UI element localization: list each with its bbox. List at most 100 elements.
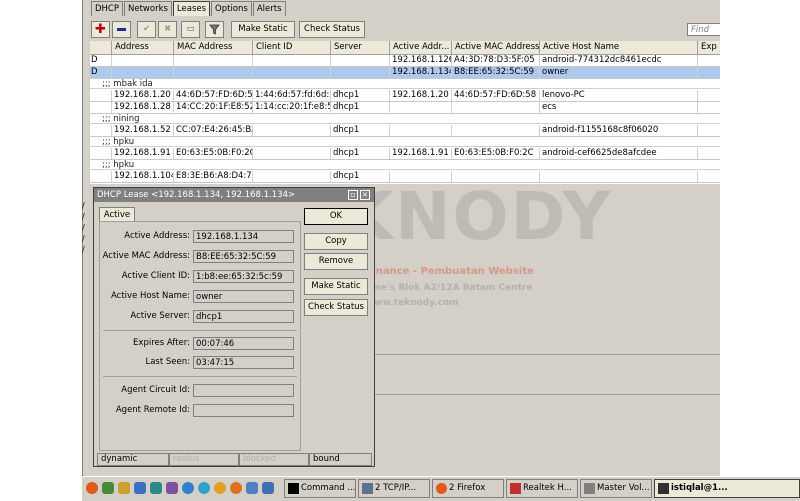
table-row[interactable]: 192.168.1.91 E0:63:E5:0B:F0:2C dhcp1 192.16…: [90, 148, 720, 160]
active-client-id-field[interactable]: 1:b8:ee:65:32:5c:59: [193, 270, 294, 283]
taskbar-item-realtek[interactable]: Realtek H...: [506, 479, 578, 498]
check-status-button[interactable]: Check Status: [304, 299, 368, 316]
tab-dhcp[interactable]: DHCP: [91, 1, 123, 16]
tab-networks[interactable]: Networks: [124, 1, 172, 16]
table-row[interactable]: 192.168.1.104 E8:3E:B6:A8:D4:7E dhcp1: [90, 171, 720, 183]
speaker-icon: [510, 483, 521, 494]
column-header-server[interactable]: Server: [331, 41, 390, 54]
comment-row[interactable]: ;;; hpku: [90, 137, 720, 147]
comment-row[interactable]: ;;; hpku: [90, 160, 720, 170]
expires-after-field[interactable]: 00:07:46: [193, 337, 294, 350]
last-seen-field[interactable]: 03:47:15: [193, 356, 294, 369]
active-address-field[interactable]: 192.168.1.134: [193, 230, 294, 243]
active-server-label: Active Server:: [130, 311, 190, 321]
column-header-address[interactable]: Address: [112, 41, 174, 54]
status-dynamic: dynamic: [97, 453, 169, 466]
close-icon[interactable]: ×: [360, 190, 370, 200]
quick-launch-icon[interactable]: [134, 482, 146, 494]
command-prompt-icon: [288, 483, 299, 494]
active-address-cell: [390, 171, 452, 182]
agent-remote-id-field[interactable]: [193, 404, 294, 417]
active-mac-cell: B8:EE:65:32:5C:59: [452, 67, 540, 78]
dialog-status-bar: dynamic radius blocked bound: [97, 453, 372, 466]
firefox-icon[interactable]: [86, 482, 98, 494]
active-address-cell: [390, 125, 452, 136]
ok-button[interactable]: OK: [304, 208, 368, 225]
address-cell: [112, 67, 174, 78]
quick-launch-icon[interactable]: [118, 482, 130, 494]
quick-launch-icon[interactable]: [246, 482, 258, 494]
active-host-name-field[interactable]: owner: [193, 290, 294, 303]
quick-launch-icon[interactable]: [150, 482, 162, 494]
flag-column-header[interactable]: [90, 41, 112, 54]
server-cell: dhcp1: [331, 171, 390, 182]
tab-active[interactable]: Active: [99, 207, 135, 222]
quick-launch-icon[interactable]: [102, 482, 114, 494]
make-static-button[interactable]: Make Static: [304, 278, 368, 295]
dialog-titlebar[interactable]: DHCP Lease <192.168.1.134, 192.168.1.134…: [94, 188, 374, 202]
column-header-client-id[interactable]: Client ID: [253, 41, 331, 54]
table-row[interactable]: 192.168.1.52 CC:07:E4:26:45:BA dhcp1 androi…: [90, 125, 720, 137]
winbox-icon: [658, 483, 669, 494]
taskbar-item-command[interactable]: Command ...: [284, 479, 356, 498]
comment-row[interactable]: ;;; mbak ida: [90, 79, 720, 89]
copy-button[interactable]: Copy: [304, 233, 368, 250]
divider: [103, 376, 297, 377]
add-icon[interactable]: ✚: [91, 21, 110, 38]
active-mac-field[interactable]: B8:EE:65:32:5C:59: [193, 250, 294, 263]
taskbar-item-winbox[interactable]: istiqlal@1...: [654, 479, 800, 498]
agent-circuit-id-field[interactable]: [193, 384, 294, 397]
quick-launch-icon[interactable]: [262, 482, 274, 494]
comment-row[interactable]: ;;; nining: [90, 114, 720, 124]
table-row[interactable]: 192.168.1.20 44:6D:57:FD:6D:58 1:44:6d:57:…: [90, 90, 720, 102]
column-header-active-host-name[interactable]: Active Host Name: [540, 41, 698, 54]
table-row[interactable]: D 192.168.1.126 A4:3D:78:D3:5F:05 android-7…: [90, 55, 720, 67]
column-header-mac-address[interactable]: MAC Address: [174, 41, 253, 54]
column-header-expires[interactable]: Exp: [698, 41, 720, 54]
mac-address-cell: E8:3E:B6:A8:D4:7E: [176, 171, 253, 182]
dhcp-lease-dialog: DHCP Lease <192.168.1.134, 192.168.1.134…: [93, 187, 375, 467]
flag-cell: D: [90, 67, 112, 78]
active-host-name-cell: android-f1155168c8f06020: [540, 125, 698, 136]
column-header-active-mac[interactable]: Active MAC Address: [452, 41, 540, 54]
volume-icon: [584, 483, 595, 494]
flag-cell: D: [90, 55, 112, 66]
disable-icon[interactable]: ✖: [158, 21, 177, 38]
active-server-field[interactable]: dhcp1: [193, 310, 294, 323]
column-header-active-address[interactable]: Active Addr...: [390, 41, 452, 54]
check-status-button[interactable]: Check Status: [299, 21, 365, 38]
quick-launch-icon[interactable]: [230, 482, 242, 494]
active-host-name-cell: android-774312dc8461ecdc: [540, 55, 698, 66]
quick-launch-icon[interactable]: [166, 482, 178, 494]
taskbar-item-master-volume[interactable]: Master Vol...: [580, 479, 652, 498]
background-window-edge: / / / / /: [82, 201, 85, 254]
taskbar-item-firefox[interactable]: 2 Firefox: [432, 479, 504, 498]
taskbar-item-tcpip[interactable]: 2 TCP/IP...: [358, 479, 430, 498]
tab-options[interactable]: Options: [211, 1, 252, 16]
active-host-name-cell: lenovo-PC: [540, 90, 698, 101]
quick-launch-icon[interactable]: [198, 482, 210, 494]
server-cell: dhcp1: [331, 90, 390, 101]
quick-launch-icon[interactable]: [182, 482, 194, 494]
remove-button[interactable]: Remove: [304, 253, 368, 270]
server-cell: [331, 67, 390, 78]
restore-icon[interactable]: ▫: [348, 190, 358, 200]
tab-alerts[interactable]: Alerts: [252, 1, 286, 16]
table-row[interactable]: D 192.168.1.134 B8:EE:65:32:5C:59 owner: [90, 67, 720, 79]
active-host-name-cell: android-cef6625de8afcdee: [540, 148, 698, 159]
quick-launch-icon[interactable]: [214, 482, 226, 494]
address-cell: 192.168.1.28: [112, 102, 174, 113]
comment-icon[interactable]: ▭: [181, 21, 200, 38]
filter-icon[interactable]: [205, 21, 224, 38]
flag-cell: [90, 125, 112, 136]
enable-icon[interactable]: ✔: [137, 21, 156, 38]
address-cell: [112, 55, 174, 66]
desktop-background: [0, 0, 82, 476]
active-mac-cell: [452, 171, 540, 182]
tab-leases[interactable]: Leases: [172, 1, 211, 16]
remove-icon[interactable]: [112, 21, 131, 38]
table-row[interactable]: 192.168.1.28 14:CC:20:1F:E8:52 1:14:cc:20:…: [90, 102, 720, 114]
active-address-cell: 192.168.1.20: [390, 90, 452, 101]
address-cell: 192.168.1.91: [112, 148, 174, 159]
make-static-button[interactable]: Make Static: [231, 21, 295, 38]
